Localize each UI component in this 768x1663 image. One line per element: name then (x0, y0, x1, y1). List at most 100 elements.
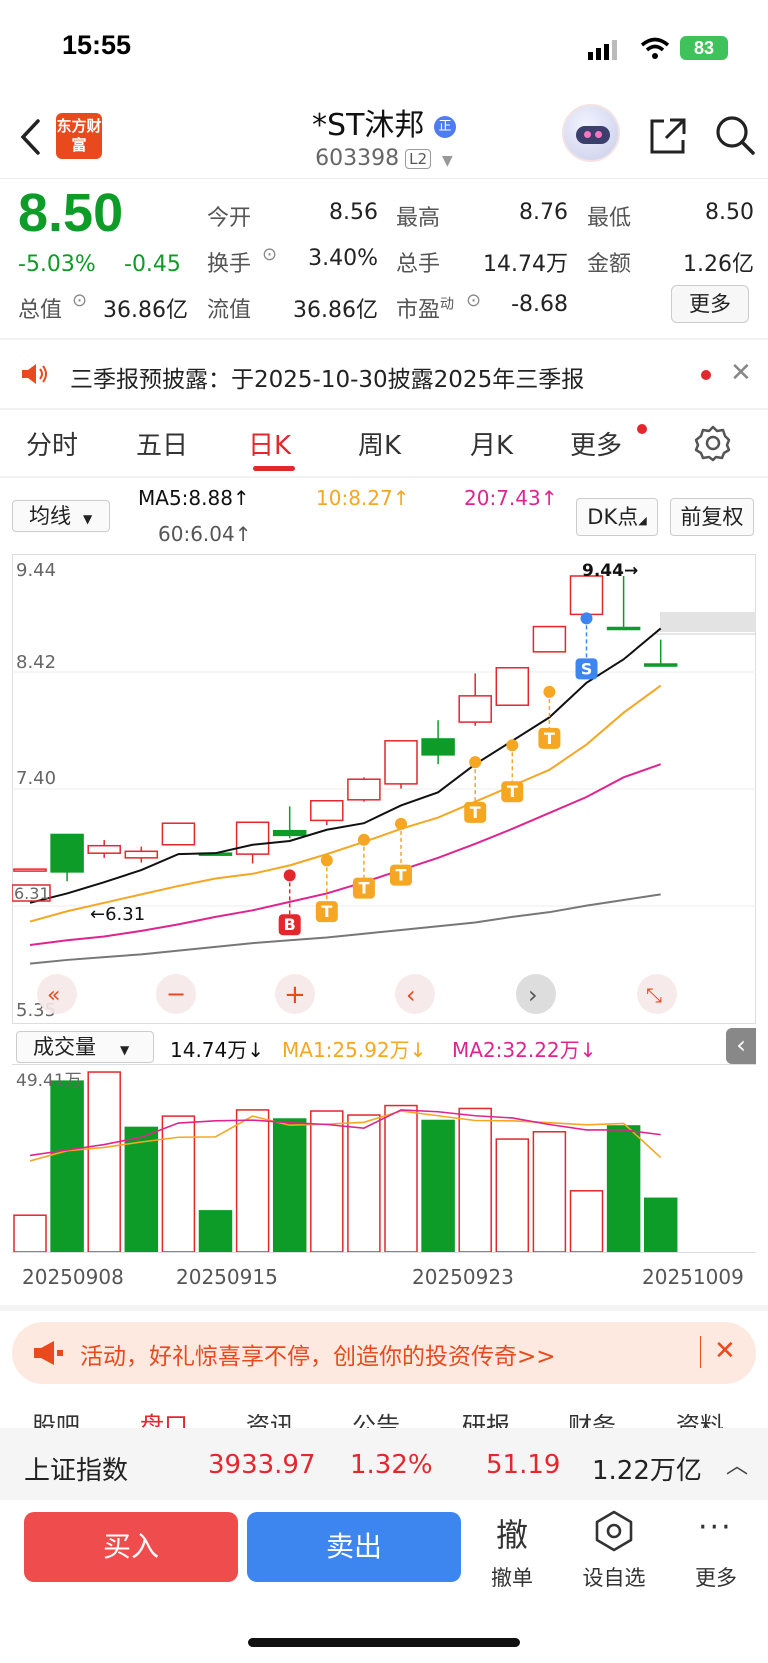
candle-body (272, 829, 307, 837)
tab-intraday[interactable]: 分时 (26, 425, 78, 462)
close-banner-icon[interactable]: ✕ (714, 1336, 736, 1366)
max-marker: 9.44→ (582, 561, 638, 581)
volume-bar (124, 1126, 159, 1253)
share-icon[interactable] (648, 116, 688, 156)
minus-icon: − (166, 980, 186, 1008)
hidden-tab[interactable]: 盘口 (140, 1412, 188, 1428)
notice-text[interactable]: 三季报预披露：于2025-10-30披露2025年三季报 (70, 360, 584, 394)
tab-more[interactable]: 更多 (570, 425, 622, 462)
close-notice-icon[interactable]: ✕ (730, 358, 752, 388)
high-label: 最高 (396, 206, 441, 231)
volume-bar (347, 1114, 381, 1253)
candle-body (310, 799, 344, 822)
tab-monthly-k[interactable]: 月K (470, 425, 513, 462)
candle-body (384, 740, 418, 785)
settings-gear-icon[interactable] (694, 424, 732, 462)
low-label: 最低 (587, 206, 632, 231)
more-quote-button[interactable]: 更多 (671, 285, 749, 323)
candle-body (458, 695, 492, 723)
dk-point-button[interactable]: DK点◢ (576, 498, 658, 536)
date-label-4: 20251009 (642, 1265, 744, 1289)
sell-button[interactable]: 卖出 (247, 1512, 461, 1582)
hidden-tab[interactable]: 股吧 (32, 1412, 80, 1428)
fullscreen-button[interactable]: ⤡ (637, 974, 677, 1014)
hidden-tab[interactable]: 财务 (568, 1412, 616, 1428)
pe-value: -8.68 (511, 292, 568, 317)
tab-five-day[interactable]: 五日 (136, 425, 188, 462)
wifi-icon (640, 37, 670, 59)
y-label-2: 8.42 (16, 652, 56, 673)
volume-bar (272, 1118, 307, 1253)
hidden-tab[interactable]: 资讯 (246, 1412, 294, 1428)
volume-value-label: 14.74万↓ (170, 1038, 265, 1062)
stock-code: 603398 (315, 146, 400, 171)
plus-icon: + (284, 980, 306, 1010)
cancel-order-label[interactable]: 撤单 (472, 1562, 552, 1592)
more-dots-icon[interactable]: ··· (698, 1510, 733, 1545)
mktcap-info-icon[interactable]: ⊙ (72, 290, 87, 311)
candle-body (13, 868, 47, 872)
ma10-label: 10:8.27↑ (316, 486, 410, 510)
add-watchlist-icon[interactable] (594, 1510, 634, 1552)
pe-sup: 动 (440, 296, 455, 313)
search-icon[interactable] (714, 114, 756, 156)
candle-body (532, 625, 567, 653)
pe-info-icon[interactable]: ⊙ (466, 290, 481, 311)
zoom-in-button[interactable]: + (275, 974, 315, 1014)
volume-bar (606, 1125, 641, 1253)
volume-bar (13, 1214, 47, 1253)
cancel-order-icon[interactable]: 撤 (490, 1510, 534, 1556)
ma60-label: 60:6.04↑ (158, 522, 252, 546)
ma-select[interactable]: 均线 ▼ (12, 500, 110, 532)
indicator-select[interactable]: 成交量 ▼ (16, 1031, 154, 1063)
collapse-panel-icon[interactable]: ‹ (726, 1028, 756, 1064)
tab-daily-k[interactable]: 日K (248, 425, 291, 462)
more-label[interactable]: 更多 (676, 1562, 756, 1592)
hidden-tab[interactable]: 研报 (462, 1412, 510, 1428)
index-change: 51.19 (486, 1450, 561, 1480)
scroll-left-fast-button[interactable]: « (37, 974, 77, 1014)
battery-indicator: 83 (680, 36, 728, 60)
change-pct: -5.03% (18, 252, 96, 277)
adjust-button[interactable]: 前复权 (670, 498, 754, 536)
left-marker-text: 6.31 (14, 884, 50, 903)
vol-max-label: 49.41万 (16, 1071, 82, 1091)
kline-chart[interactable]: 9.44 8.42 7.40 5.35 BTTTTTTS 6.31 ←6.31 … (12, 554, 756, 1024)
ma5-line (29, 627, 662, 904)
vol-ma1-label: MA1:25.92万↓ (282, 1038, 427, 1062)
signal-icon (588, 40, 617, 60)
signal-label: T (544, 729, 555, 748)
signal-dot (283, 869, 296, 882)
more-dot (637, 424, 647, 434)
zoom-out-button[interactable]: − (156, 974, 196, 1014)
chevron-right-icon: › (528, 981, 538, 1009)
dk-label: DK点 (587, 505, 639, 529)
tab-weekly-k[interactable]: 周K (358, 425, 401, 462)
volume-label: 总手 (396, 252, 441, 277)
float-value: 36.86亿 (293, 298, 378, 323)
volume-bar (50, 1080, 84, 1253)
signal-dot (357, 833, 370, 846)
volume-bar (569, 1190, 604, 1253)
hidden-tab[interactable]: 资料 (676, 1412, 724, 1428)
buy-button[interactable]: 买入 (24, 1512, 238, 1582)
chevron-left-icon: ‹ (406, 981, 416, 1009)
megaphone-icon (34, 1341, 63, 1365)
volume-bar (458, 1107, 492, 1253)
candle-body (347, 778, 381, 801)
chevron-up-icon[interactable]: ︿ (726, 1448, 748, 1480)
verified-badge-icon: 正 (433, 115, 456, 138)
add-watchlist-label[interactable]: 设自选 (574, 1562, 654, 1592)
volume-bar (421, 1119, 455, 1253)
scroll-right-button[interactable]: › (516, 974, 556, 1014)
date-label-2: 20250915 (176, 1265, 278, 1289)
volume-bar (310, 1110, 344, 1253)
index-amount: 1.22万亿 (592, 1456, 702, 1486)
hidden-tab-strip: 股吧 盘口 资讯 公告 研报 财务 资料 (0, 1412, 768, 1428)
hidden-tab[interactable]: 公告 (352, 1412, 400, 1428)
scroll-left-button[interactable]: ‹ (395, 974, 435, 1014)
volume-chart[interactable]: 49.41万 (12, 1064, 756, 1254)
signal-label: T (396, 866, 407, 885)
info-icon[interactable]: ⊙ (262, 244, 277, 265)
ai-assistant-avatar[interactable] (562, 104, 620, 162)
